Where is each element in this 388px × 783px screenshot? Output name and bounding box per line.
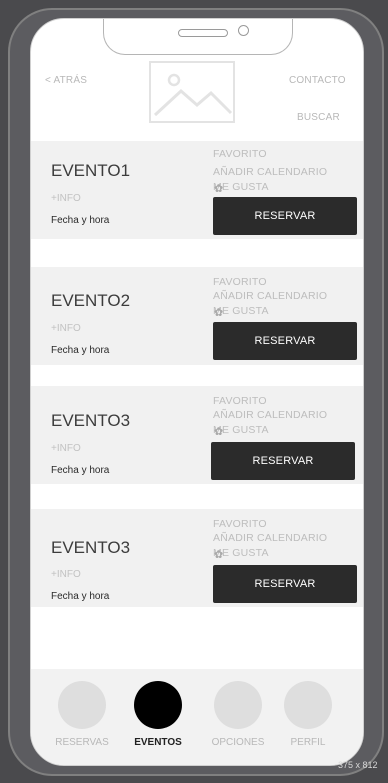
- more-info-link[interactable]: +INFO: [51, 569, 81, 580]
- event-datetime: Fecha y hora: [51, 345, 110, 356]
- front-camera: [238, 25, 249, 36]
- phone-screen: < ATRÁS CONTACTO BUSCAR EVENTO1 +INFO Fe…: [30, 18, 364, 766]
- reserve-button[interactable]: RESERVAR: [213, 322, 357, 360]
- add-calendar-link[interactable]: AÑADIR CALENDARIO: [213, 532, 327, 544]
- speaker-grille: [178, 29, 228, 37]
- favorite-link[interactable]: FAVORITO: [213, 276, 267, 288]
- event-card: EVENTO3 +INFO Fecha y hora FAVORITO AÑAD…: [31, 386, 363, 484]
- add-calendar-link[interactable]: AÑADIR CALENDARIO: [213, 409, 327, 421]
- nav-icon-reservas: [58, 681, 106, 729]
- heart-icon: ✿: [214, 548, 224, 561]
- bottom-navigation: RESERVAS EVENTOS OPCIONES PERFIL: [31, 669, 363, 765]
- event-title: EVENTO3: [51, 538, 131, 557]
- event-card: EVENTO3 +INFO Fecha y hora FAVORITO AÑAD…: [31, 509, 363, 607]
- add-calendar-link[interactable]: AÑADIR CALENDARIO: [213, 290, 327, 302]
- more-info-link[interactable]: +INFO: [51, 443, 81, 454]
- nav-label: EVENTOS: [134, 737, 182, 748]
- nav-icon-perfil: [284, 681, 332, 729]
- event-title: EVENTO2: [51, 291, 131, 310]
- nav-label: PERFIL: [290, 737, 326, 748]
- nav-item-reservas[interactable]: RESERVAS: [45, 669, 119, 765]
- event-datetime: Fecha y hora: [51, 591, 110, 602]
- image-placeholder-icon: [149, 61, 235, 123]
- more-info-link[interactable]: +INFO: [51, 193, 81, 204]
- heart-icon: ✿: [214, 182, 224, 195]
- nav-label: RESERVAS: [55, 737, 109, 748]
- nav-icon-eventos: [134, 681, 182, 729]
- heart-icon: ✿: [214, 306, 224, 319]
- more-info-link[interactable]: +INFO: [51, 323, 81, 334]
- event-datetime: Fecha y hora: [51, 465, 110, 476]
- reserve-button[interactable]: RESERVAR: [213, 197, 357, 235]
- add-calendar-link[interactable]: AÑADIR CALENDARIO: [213, 166, 327, 178]
- nav-item-perfil[interactable]: PERFIL: [271, 669, 345, 765]
- favorite-link[interactable]: FAVORITO: [213, 395, 267, 407]
- phone-notch: [103, 19, 293, 55]
- heart-icon: ✿: [214, 425, 224, 438]
- nav-item-eventos[interactable]: EVENTOS: [121, 669, 195, 765]
- nav-icon-opciones: [214, 681, 262, 729]
- favorite-link[interactable]: FAVORITO: [213, 148, 267, 160]
- reserve-button[interactable]: RESERVAR: [213, 565, 357, 603]
- event-card: EVENTO2 +INFO Fecha y hora FAVORITO AÑAD…: [31, 267, 363, 365]
- event-datetime: Fecha y hora: [51, 215, 110, 226]
- nav-item-opciones[interactable]: OPCIONES: [201, 669, 275, 765]
- event-title: EVENTO3: [51, 411, 131, 430]
- event-card: EVENTO1 +INFO Fecha y hora FAVORITO AÑAD…: [31, 141, 363, 239]
- search-link[interactable]: BUSCAR: [297, 112, 340, 123]
- favorite-link[interactable]: FAVORITO: [213, 518, 267, 530]
- artboard-size-label: 375 x 812: [338, 760, 378, 770]
- nav-label: OPCIONES: [211, 737, 265, 748]
- back-link[interactable]: < ATRÁS: [45, 75, 87, 86]
- reserve-button[interactable]: RESERVAR: [211, 442, 355, 480]
- event-title: EVENTO1: [51, 161, 131, 180]
- contact-link[interactable]: CONTACTO: [289, 75, 346, 86]
